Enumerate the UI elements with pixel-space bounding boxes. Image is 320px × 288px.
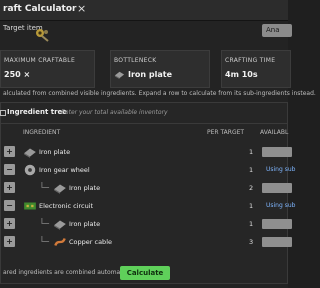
window-title: raft Calculator	[3, 4, 77, 14]
column-header-per-target: PER TARGET	[207, 129, 245, 136]
ingredient-name: Iron plate	[69, 220, 101, 228]
table-row: − Iron gear wheel 1 Using sub	[1, 161, 295, 179]
expand-button[interactable]: +	[4, 236, 15, 247]
circuit-icon	[24, 202, 36, 210]
available-input[interactable]	[262, 183, 292, 193]
iron-plate-icon	[54, 184, 66, 194]
per-target-qty: 1	[249, 148, 254, 156]
ingredient-name: Iron plate	[69, 184, 101, 192]
table-row: + Iron plate 2	[1, 179, 292, 197]
iron-plate-icon	[54, 220, 66, 230]
column-header-available: AVAILABL	[260, 129, 289, 136]
ingredient-name: Iron plate	[39, 148, 71, 156]
stat-max-craftable: MAXIMUM CRAFTABLE 250 ×	[0, 50, 95, 88]
tree-header[interactable]: Ingredient tree Enter your total availab…	[0, 103, 287, 124]
ingredient-name: Electronic circuit	[39, 202, 94, 210]
ingredient-name: Iron gear wheel	[39, 166, 90, 174]
stat-bottleneck: BOTTLENECK Iron plate	[110, 50, 210, 88]
calculate-button[interactable]: Calculate	[120, 266, 170, 280]
available-input[interactable]	[262, 237, 292, 247]
window-titlebar: raft Calculator ×	[0, 0, 288, 21]
iron-gear-icon	[24, 164, 36, 176]
expand-button[interactable]: +	[4, 218, 15, 229]
ingredient-name: Copper cable	[69, 238, 112, 246]
analyze-button[interactable]: Ana	[262, 24, 292, 37]
using-sub-link[interactable]: Using sub	[266, 166, 295, 173]
gear-item-icon[interactable]	[34, 27, 50, 43]
copper-cable-icon	[54, 238, 66, 246]
table-row: + Iron plate 1	[1, 215, 292, 233]
stat-value: 250 ×	[4, 70, 31, 79]
per-target-qty: 3	[249, 238, 254, 246]
iron-plate-icon	[114, 71, 125, 80]
stat-label: BOTTLENECK	[114, 57, 157, 64]
stat-label: MAXIMUM CRAFTABLE	[4, 57, 76, 64]
table-row: + Copper cable 3	[1, 233, 292, 251]
craft-calculator-window: raft Calculator × Target item Ana MAXIMU…	[0, 0, 316, 288]
table-row: − Electronic circuit 1 Using sub	[1, 197, 295, 215]
collapse-button[interactable]: −	[4, 200, 15, 211]
info-text: alculated from combined visible ingredie…	[3, 90, 316, 97]
table-row: + Iron plate 1	[1, 143, 292, 161]
expand-button[interactable]: +	[4, 182, 15, 193]
per-target-qty: 1	[249, 220, 254, 228]
stat-crafting-time: CRAFTING TIME 4m 10s	[221, 50, 291, 88]
column-header-ingredient: INGREDIENT	[23, 129, 61, 136]
stat-value: Iron plate	[128, 70, 173, 79]
per-target-qty: 1	[249, 202, 254, 210]
tree-title: Ingredient tree	[7, 108, 68, 116]
per-target-qty: 1	[249, 166, 254, 174]
tree-branch-icon	[41, 182, 50, 188]
collapse-button[interactable]: −	[4, 164, 15, 175]
available-input[interactable]	[262, 219, 292, 229]
stat-label: CRAFTING TIME	[225, 57, 276, 64]
available-input[interactable]	[262, 147, 292, 157]
tree-hint: Enter your total available inventory	[61, 109, 168, 116]
tree-branch-icon	[41, 236, 50, 242]
using-sub-link[interactable]: Using sub	[266, 202, 295, 209]
footer-text: ared ingredients are combined automatica…	[3, 269, 140, 276]
tree-branch-icon	[41, 218, 50, 224]
iron-plate-icon	[24, 148, 36, 158]
per-target-qty: 2	[249, 184, 254, 192]
stat-value: 4m 10s	[225, 70, 258, 79]
close-icon[interactable]: ×	[77, 3, 86, 14]
ingredient-tree: Ingredient tree Enter your total availab…	[0, 102, 295, 284]
collapse-icon[interactable]	[0, 110, 6, 116]
expand-button[interactable]: +	[4, 146, 15, 157]
